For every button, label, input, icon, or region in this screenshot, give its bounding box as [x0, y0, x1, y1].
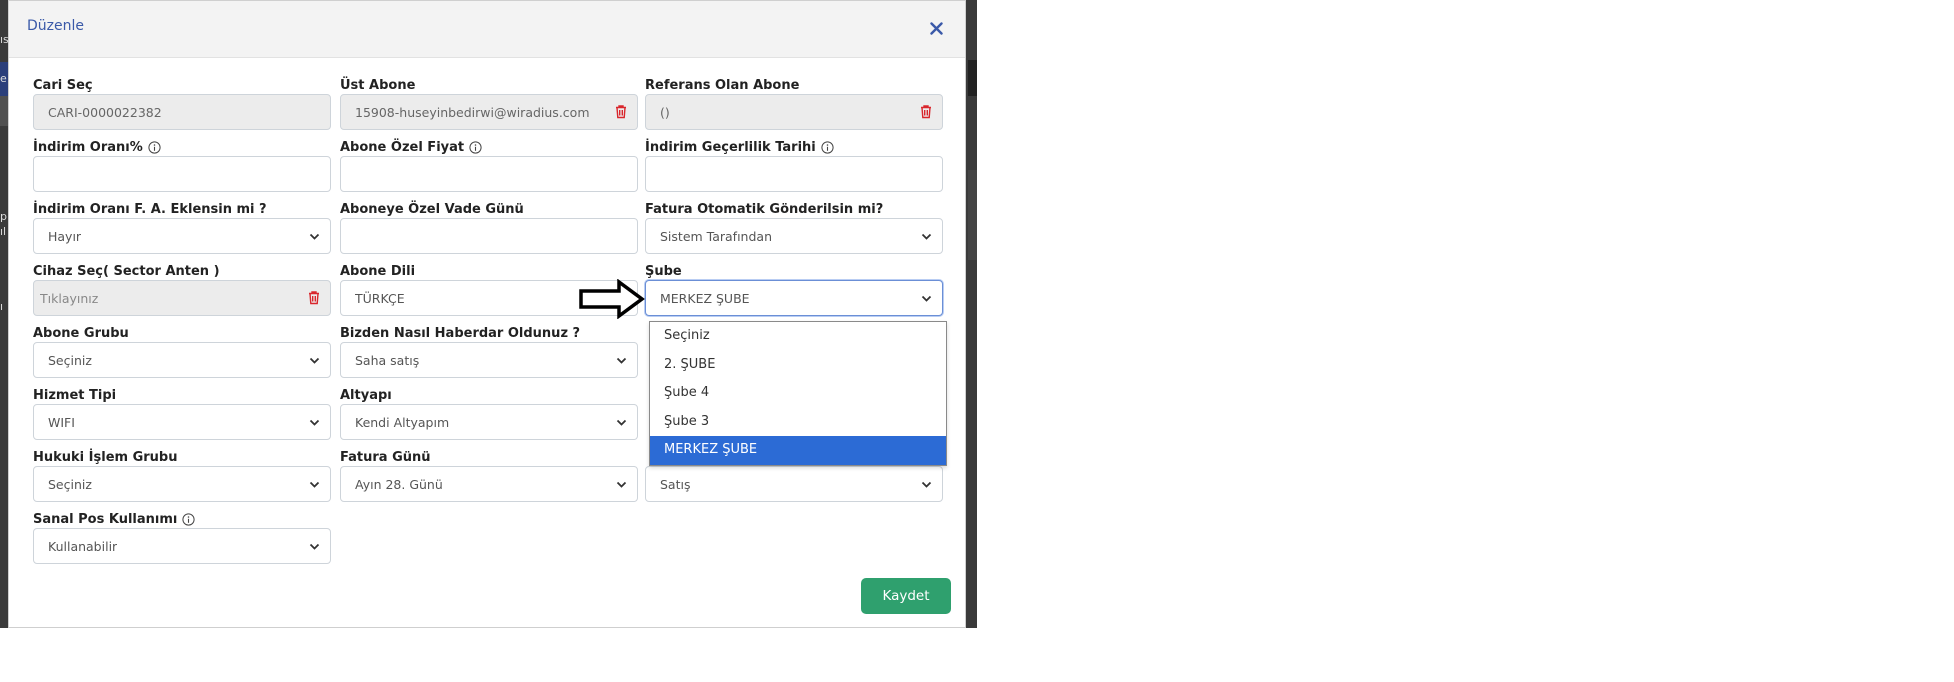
abone-ozel-fiyat-input[interactable] — [340, 156, 638, 192]
sanal-pos-select[interactable]: Kullanabilir — [33, 528, 331, 564]
sube-option[interactable]: Seçiniz — [650, 322, 946, 351]
indirim-gecerlilik-label-text: İndirim Geçerlilik Tarihi — [645, 140, 816, 155]
bizden-nasil-label: Bizden Nasıl Haberdar Oldunuz ? — [340, 326, 581, 341]
indirim-gecerlilik-input[interactable] — [645, 156, 943, 192]
chevron-down-icon — [616, 481, 627, 488]
close-icon — [929, 21, 943, 35]
info-icon[interactable] — [182, 513, 195, 526]
background-text: e — [0, 72, 7, 85]
annotation-arrow-icon — [579, 279, 645, 319]
ust-abone-input[interactable]: 15908-huseyinbedirwi@wiradius.com — [340, 94, 638, 130]
indirim-gecerlilik-label: İndirim Geçerlilik Tarihi — [645, 140, 834, 155]
abone-dili-value: TÜRKÇE — [355, 290, 405, 306]
sube-label: Şube — [645, 264, 682, 279]
trash-icon[interactable] — [615, 104, 627, 122]
referans-abone-label: Referans Olan Abone — [645, 78, 800, 93]
sube-option[interactable]: 2. ŞUBE — [650, 351, 946, 380]
chevron-down-icon — [309, 543, 320, 550]
cari-sec-label: Cari Seç — [33, 78, 93, 93]
fatura-otomatik-label: Fatura Otomatik Gönderilsin mi? — [645, 202, 884, 217]
referans-abone-value: () — [660, 104, 670, 120]
chevron-down-icon — [309, 357, 320, 364]
hizmet-tipi-select[interactable]: WIFI — [33, 404, 331, 440]
satis-value: Satış — [660, 476, 691, 492]
modal-title: Düzenle — [27, 18, 84, 34]
altyapi-select[interactable]: Kendi Altyapım — [340, 404, 638, 440]
altyapi-value: Kendi Altyapım — [355, 414, 450, 430]
abone-dili-label: Abone Dili — [340, 264, 416, 279]
chevron-down-icon — [921, 481, 932, 488]
bizden-nasil-value: Saha satış — [355, 352, 420, 368]
info-icon[interactable] — [469, 141, 482, 154]
indirim-orani-label-text: İndirim Oranı% — [33, 140, 143, 155]
indirim-fa-value: Hayır — [48, 228, 82, 244]
referans-abone-input[interactable]: () — [645, 94, 943, 130]
abone-grubu-select[interactable]: Seçiniz — [33, 342, 331, 378]
fatura-gunu-select[interactable]: Ayın 28. Günü — [340, 466, 638, 502]
cihaz-sec-label: Cihaz Seç( Sector Anten ) — [33, 264, 220, 279]
ust-abone-value: 15908-huseyinbedirwi@wiradius.com — [355, 104, 590, 120]
info-icon[interactable] — [821, 141, 834, 154]
chevron-down-icon — [921, 233, 932, 240]
sube-value: MERKEZ ŞUBE — [660, 290, 750, 306]
chevron-down-icon — [616, 419, 627, 426]
cari-sec-value: CARI-0000022382 — [48, 104, 162, 120]
background-text: ı — [0, 300, 4, 313]
edit-modal: Düzenle Cari Seç CARI-0000022382 Üst Abo… — [8, 0, 966, 628]
chevron-down-icon — [616, 357, 627, 364]
sube-option[interactable]: Şube 4 — [650, 379, 946, 408]
sube-dropdown: Seçiniz 2. ŞUBE Şube 4 Şube 3 MERKEZ ŞUB… — [649, 321, 947, 466]
info-icon[interactable] — [148, 141, 161, 154]
indirim-fa-label: İndirim Oranı F. A. Eklensin mi ? — [33, 202, 267, 217]
chevron-down-icon — [309, 419, 320, 426]
abone-ozel-fiyat-label: Abone Özel Fiyat — [340, 140, 482, 155]
hizmet-tipi-value: WIFI — [48, 414, 75, 430]
hukuki-islem-select[interactable]: Seçiniz — [33, 466, 331, 502]
background-right-strip — [968, 60, 977, 96]
cihaz-sec-placeholder: Tıklayınız — [40, 290, 99, 306]
sanal-pos-label-text: Sanal Pos Kullanımı — [33, 512, 178, 527]
ozel-vade-label: Aboneye Özel Vade Günü — [340, 202, 524, 217]
sube-option-selected[interactable]: MERKEZ ŞUBE — [650, 436, 946, 465]
trash-icon[interactable] — [920, 104, 932, 122]
ozel-vade-input[interactable] — [340, 218, 638, 254]
fatura-otomatik-select[interactable]: Sistem Tarafından — [645, 218, 943, 254]
modal-header: Düzenle — [9, 1, 965, 58]
background-text: p — [0, 210, 7, 223]
bizden-nasil-select[interactable]: Saha satış — [340, 342, 638, 378]
satis-select[interactable]: Satış — [645, 466, 943, 502]
hizmet-tipi-label: Hizmet Tipi — [33, 388, 117, 403]
sanal-pos-label: Sanal Pos Kullanımı — [33, 512, 195, 527]
background-text: ıl — [0, 225, 7, 238]
altyapi-label: Altyapı — [340, 388, 392, 403]
fatura-gunu-label: Fatura Günü — [340, 450, 431, 465]
chevron-down-icon — [309, 481, 320, 488]
indirim-orani-input[interactable] — [33, 156, 331, 192]
fatura-gunu-value: Ayın 28. Günü — [355, 476, 443, 492]
sube-select[interactable]: MERKEZ ŞUBE — [645, 280, 943, 316]
abone-ozel-fiyat-label-text: Abone Özel Fiyat — [340, 140, 465, 155]
sube-option[interactable]: Şube 3 — [650, 408, 946, 437]
cihaz-sec-input[interactable]: Tıklayınız — [33, 280, 331, 316]
hukuki-islem-value: Seçiniz — [48, 476, 92, 492]
sanal-pos-value: Kullanabilir — [48, 538, 118, 554]
indirim-orani-label: İndirim Oranı% — [33, 140, 161, 155]
close-button[interactable] — [925, 17, 947, 39]
hukuki-islem-label: Hukuki İşlem Grubu — [33, 450, 178, 465]
fatura-otomatik-value: Sistem Tarafından — [660, 228, 772, 244]
abone-grubu-value: Seçiniz — [48, 352, 92, 368]
abone-grubu-label: Abone Grubu — [33, 326, 129, 341]
save-button[interactable]: Kaydet — [861, 578, 951, 614]
background-right-strip — [968, 170, 977, 260]
chevron-down-icon — [921, 295, 932, 302]
chevron-down-icon — [309, 233, 320, 240]
ust-abone-label: Üst Abone — [340, 78, 416, 93]
cari-sec-input[interactable]: CARI-0000022382 — [33, 94, 331, 130]
trash-icon[interactable] — [308, 290, 320, 308]
indirim-fa-select[interactable]: Hayır — [33, 218, 331, 254]
